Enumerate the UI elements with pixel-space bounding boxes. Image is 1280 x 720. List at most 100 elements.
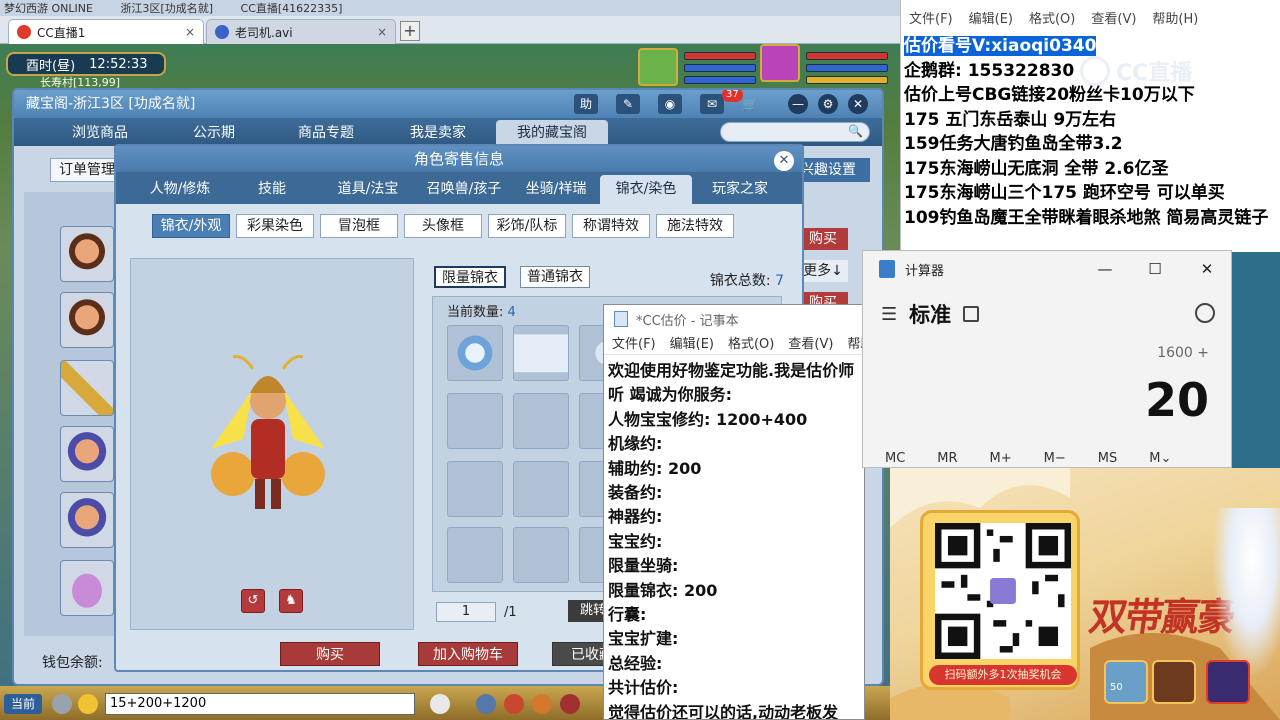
tab-close-icon[interactable]: × <box>185 25 195 39</box>
promo-banner[interactable]: 扫码额外多1次抽奖机会 双带赢豪 50 <box>890 468 1280 720</box>
chat-input[interactable]: 15+200+1200 <box>105 693 415 715</box>
team-shortcut-icon[interactable] <box>560 694 580 714</box>
subtab-ornament[interactable]: 彩饰/队标 <box>488 214 566 238</box>
modal-close-icon[interactable]: ✕ <box>774 151 794 171</box>
tab-character[interactable]: 人物/修炼 <box>134 175 226 204</box>
hamburger-menu-icon[interactable]: ☰ <box>881 304 897 325</box>
browser-tab-video[interactable]: 老司机.avi × <box>206 19 396 44</box>
memory-add-button[interactable]: M+ <box>990 451 1012 466</box>
memory-clear-button[interactable]: MC <box>885 451 905 466</box>
nav-browse[interactable]: 浏览商品 <box>50 120 150 146</box>
close-icon[interactable]: ✕ <box>1193 257 1221 281</box>
memory-store-button[interactable]: MS <box>1098 451 1117 466</box>
menu-format[interactable]: 格式(O) <box>728 333 774 354</box>
record-icon[interactable]: ◉ <box>658 94 682 114</box>
menu-help[interactable]: 帮助(H) <box>1152 8 1198 27</box>
qr-code-image <box>935 523 1071 659</box>
keep-on-top-icon[interactable] <box>963 306 980 322</box>
bag-shortcut-icon[interactable] <box>504 694 524 714</box>
menu-file[interactable]: 文件(F) <box>909 8 953 27</box>
search-icon[interactable]: 🔍 <box>848 124 863 138</box>
nav-topics[interactable]: 商品专题 <box>276 120 376 146</box>
notepad-title: *CC估价 - 记事本 <box>636 313 739 329</box>
tab-skills[interactable]: 技能 <box>226 175 318 204</box>
new-tab-button[interactable]: + <box>400 21 420 41</box>
microphone-icon[interactable] <box>52 694 72 714</box>
player-portrait[interactable] <box>760 44 800 82</box>
close-icon[interactable]: ✕ <box>848 94 868 114</box>
subtab-avatar-frame[interactable]: 头像框 <box>404 214 482 238</box>
tab-close-icon[interactable]: × <box>377 25 387 39</box>
menu-edit[interactable]: 编辑(E) <box>670 333 714 354</box>
menu-view[interactable]: 查看(V) <box>1091 8 1136 27</box>
outfit-slot[interactable] <box>447 527 503 583</box>
qr-code-frame[interactable]: 扫码额外多1次抽奖机会 <box>920 510 1080 690</box>
outfit-slot[interactable] <box>447 325 503 381</box>
prize-item-phone[interactable] <box>1206 660 1250 704</box>
rotate-icon[interactable]: ↺ <box>241 589 265 613</box>
tab-player-home[interactable]: 玩家之家 <box>694 175 786 204</box>
notepad-text-area[interactable]: 欢迎使用好物鉴定功能.我是估价师 听 竭诚为你服务: 人物宝宝修约: 1200+… <box>604 355 864 719</box>
menu-edit[interactable]: 编辑(E) <box>969 8 1013 27</box>
history-icon[interactable] <box>1195 303 1215 323</box>
side-more-button[interactable]: 更多↓ <box>798 260 848 282</box>
wardrobe-tab-limited[interactable]: 限量锦衣 <box>434 266 506 288</box>
list-item-weapon[interactable] <box>60 360 114 416</box>
memory-recall-button[interactable]: MR <box>937 451 957 466</box>
memory-list-button[interactable]: M⌄ <box>1149 451 1171 466</box>
help-button[interactable]: 助 <box>574 94 598 114</box>
outfit-slot[interactable] <box>513 461 569 517</box>
subtab-cast-effect[interactable]: 施法特效 <box>656 214 734 238</box>
nav-public[interactable]: 公示期 <box>164 120 264 146</box>
list-item-avatar[interactable] <box>60 292 114 348</box>
subtab-dye[interactable]: 彩果染色 <box>236 214 314 238</box>
prize-item[interactable]: 50 <box>1104 660 1148 704</box>
minimize-icon[interactable]: — <box>1091 257 1119 281</box>
calculator-mode: 标准 <box>909 303 952 327</box>
outfit-slot[interactable] <box>447 393 503 449</box>
pet-portrait[interactable] <box>638 48 678 86</box>
tab-outfits[interactable]: 锦衣/染色 <box>600 175 692 204</box>
browser-tab-cc-live[interactable]: CC直播1 × <box>8 19 204 44</box>
memory-subtract-button[interactable]: M− <box>1044 451 1066 466</box>
emoji-icon[interactable] <box>78 694 98 714</box>
buy-button[interactable]: 购买 <box>280 642 380 666</box>
nav-seller[interactable]: 我是卖家 <box>388 120 488 146</box>
page-input[interactable]: 1 <box>436 602 496 622</box>
minimize-icon[interactable]: — <box>788 94 808 114</box>
nav-my-cbg[interactable]: 我的藏宝阁 <box>496 120 608 146</box>
cart-icon[interactable]: 🛒 <box>738 94 762 114</box>
wardrobe-tab-normal[interactable]: 普通锦衣 <box>520 266 590 288</box>
cbg-search-input[interactable]: 🔍 <box>720 122 870 142</box>
outfit-slot[interactable] <box>447 461 503 517</box>
list-item-outfit[interactable] <box>60 560 114 616</box>
subtab-title-effect[interactable]: 称谓特效 <box>572 214 650 238</box>
list-item-avatar[interactable] <box>60 426 114 482</box>
maximize-icon[interactable]: ☐ <box>1141 257 1169 281</box>
tab-mounts[interactable]: 坐骑/祥瑞 <box>510 175 602 204</box>
menu-file[interactable]: 文件(F) <box>612 333 656 354</box>
list-item-avatar[interactable] <box>60 226 114 282</box>
add-to-cart-button[interactable]: 加入购物车 <box>418 642 518 666</box>
action-icon[interactable]: ♞ <box>279 589 303 613</box>
side-buy-button[interactable]: 购买 <box>798 228 848 250</box>
list-item-avatar[interactable] <box>60 492 114 548</box>
message-icon[interactable]: ✉ <box>700 94 724 114</box>
wardrobe-count: 当前数量: 4 <box>447 301 516 320</box>
chat-channel-button[interactable]: 当前 <box>4 694 42 714</box>
outfit-slot[interactable] <box>513 325 569 381</box>
menu-format[interactable]: 格式(O) <box>1029 8 1075 27</box>
settings-gear-icon[interactable]: ⚙ <box>818 94 838 114</box>
tab-items[interactable]: 道具/法宝 <box>322 175 414 204</box>
pin-icon[interactable]: ✎ <box>616 94 640 114</box>
prize-item[interactable] <box>1152 660 1196 704</box>
tab-pets[interactable]: 召唤兽/孩子 <box>414 175 514 204</box>
subtab-bubble[interactable]: 冒泡框 <box>320 214 398 238</box>
subtab-outfit[interactable]: 锦衣/外观 <box>152 214 230 238</box>
pet-shortcut-icon[interactable] <box>430 694 450 714</box>
sword-shortcut-icon[interactable] <box>476 694 496 714</box>
skill-shortcut-icon[interactable] <box>532 694 552 714</box>
outfit-slot[interactable] <box>513 393 569 449</box>
menu-view[interactable]: 查看(V) <box>788 333 833 354</box>
outfit-slot[interactable] <box>513 527 569 583</box>
